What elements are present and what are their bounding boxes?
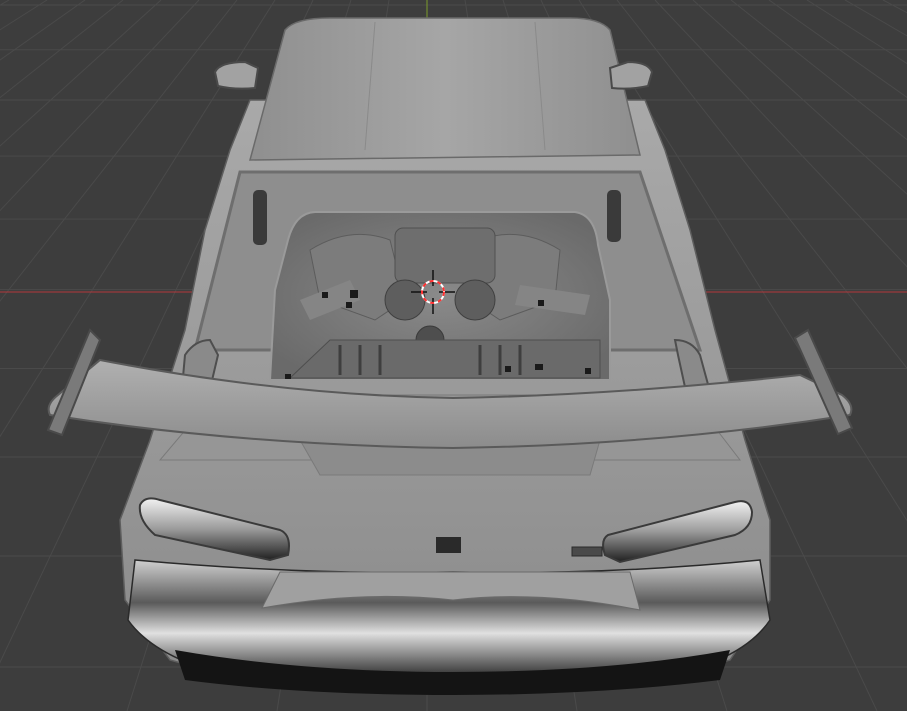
grid-line [0,0,124,99]
window-pillar-right [607,190,621,242]
viewport-scene[interactable] [0,0,907,711]
car-model[interactable] [46,17,854,695]
car-roof [249,17,641,161]
side-mirror-left [213,60,260,90]
grid-line [0,0,86,61]
window-pillar-left [253,190,267,245]
side-mirror-right [608,60,654,90]
grid-line [0,0,48,31]
grid-line [0,0,10,6]
grid-line [768,0,907,98]
grid-line [844,0,907,37]
rear-emblem [571,546,603,557]
license-plate-light [436,537,461,553]
grid-line [806,0,907,65]
3d-viewport[interactable] [0,0,907,711]
grid-line [882,0,907,14]
